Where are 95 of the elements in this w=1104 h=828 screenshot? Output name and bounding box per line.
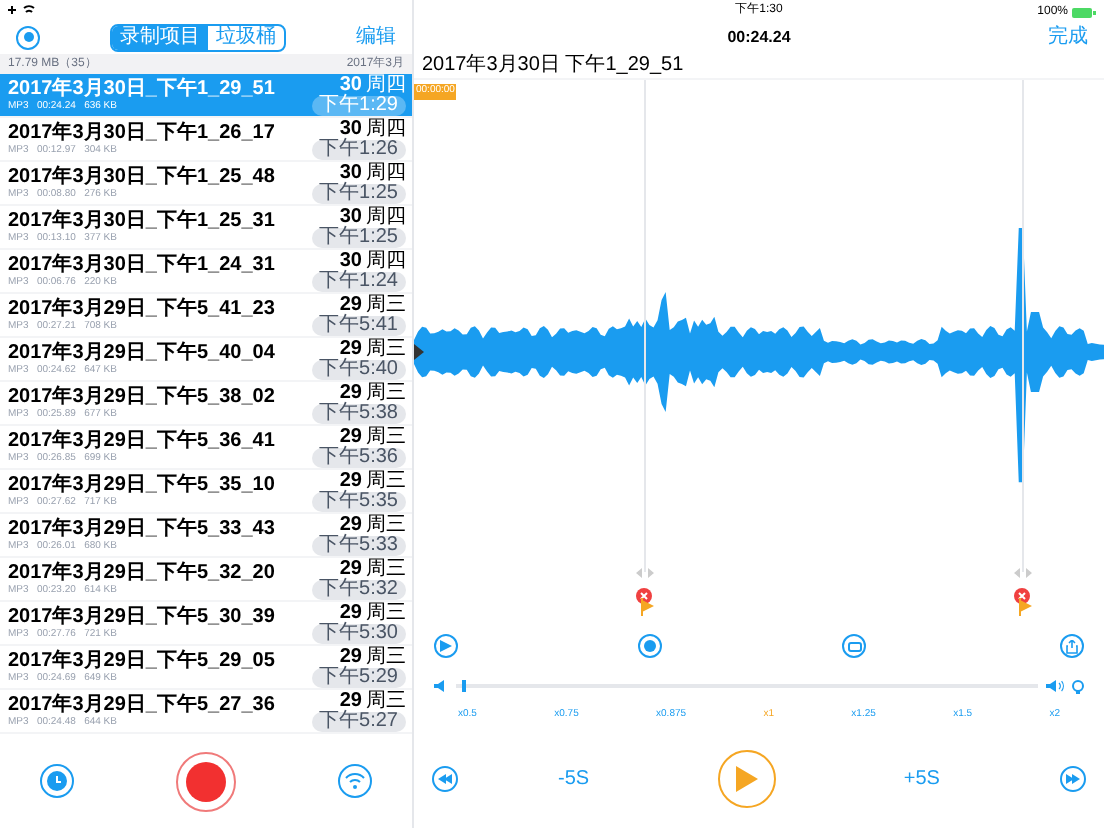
wifi-icon (344, 772, 366, 790)
rewind-icon (438, 774, 452, 784)
wifi-transfer-button[interactable] (338, 764, 372, 798)
time-badge: 下午5:32 (311, 579, 406, 599)
delete-marker-icon[interactable] (636, 588, 652, 604)
recording-title: 2017年3月29日_下午5_30_39 (8, 605, 275, 627)
weekday-label: 周三 (366, 559, 406, 579)
lightbulb-icon (1072, 679, 1084, 693)
recording-title: 2017年3月29日_下午5_27_36 (8, 693, 275, 715)
recording-title: 2017年3月29日_下午5_29_05 (8, 649, 275, 671)
day-number: 30 (339, 119, 362, 139)
time-badge: 下午5:35 (311, 491, 406, 511)
day-number: 30 (339, 75, 362, 95)
play-icon (735, 766, 758, 792)
playhead-icon (414, 344, 424, 360)
fast-forward-icon (1065, 774, 1080, 784)
recording-title: 2017年3月29日_下午5_36_41 (8, 429, 275, 451)
recording-title: 2017年3月30日_下午1_25_31 (8, 209, 275, 231)
delete-marker-icon[interactable] (1014, 588, 1030, 604)
volume-high-icon (1046, 680, 1064, 692)
day-number: 29 (339, 559, 362, 579)
next-button[interactable] (1059, 766, 1086, 792)
recording-title: 2017年3月30日_下午1_26_17 (8, 121, 275, 143)
time-badge: 下午5:41 (311, 315, 406, 335)
weekday-label: 周三 (366, 603, 406, 623)
day-number: 30 (339, 207, 362, 227)
time-badge: 下午5:29 (311, 667, 406, 687)
handle-icon[interactable] (636, 568, 654, 578)
day-number: 29 (339, 515, 362, 535)
weekday-label: 周四 (366, 119, 406, 139)
time-badge: 下午5:33 (311, 535, 406, 555)
share-icon (1066, 639, 1078, 653)
clock-icon (46, 770, 68, 792)
weekday-label: 周三 (366, 295, 406, 315)
recording-title: 2017年3月29日_下午5_41_23 (8, 297, 275, 319)
volume-slider[interactable] (456, 680, 1038, 692)
share-button[interactable] (1060, 634, 1084, 658)
recording-title: 2017年3月29日_下午5_38_02 (8, 385, 275, 407)
recording-title: 2017年3月29日_下午5_35_10 (8, 473, 275, 495)
add-marker-button[interactable] (434, 634, 458, 658)
weekday-label: 周三 (366, 691, 406, 711)
handle-icon[interactable] (1014, 568, 1032, 578)
weekday-label: 周四 (366, 163, 406, 183)
time-badge: 下午5:27 (311, 711, 406, 731)
recording-title: 2017年3月29日_下午5_32_20 (8, 561, 275, 583)
timer-button[interactable] (40, 764, 74, 798)
time-badge: 下午5:38 (311, 403, 406, 423)
repeat-icon (847, 641, 861, 651)
weekday-label: 周三 (366, 515, 406, 535)
time-badge: 下午1:25 (311, 227, 406, 247)
time-badge: 下午1:26 (311, 139, 406, 159)
volume-low-icon (434, 680, 448, 692)
day-number: 29 (339, 647, 362, 667)
time-badge: 下午1:24 (311, 271, 406, 291)
recording-title: 2017年3月29日_下午5_33_43 (8, 517, 275, 539)
settings-button[interactable] (16, 25, 40, 49)
weekday-label: 周四 (366, 251, 406, 271)
flag-icon (640, 598, 656, 616)
time-badge: 下午5:36 (311, 447, 406, 467)
day-number: 29 (339, 603, 362, 623)
flag-icon (440, 640, 452, 652)
recording-title: 2017年3月30日_下午1_25_48 (8, 165, 275, 187)
time-badge: 下午5:40 (311, 359, 406, 379)
recording-title: 2017年3月30日_下午1_29_51 (8, 77, 275, 99)
day-number: 30 (339, 163, 362, 183)
time-badge: 下午1:25 (311, 183, 406, 203)
day-number: 29 (339, 339, 362, 359)
flag-icon (1018, 598, 1034, 616)
day-number: 30 (339, 251, 362, 271)
weekday-label: 周四 (366, 207, 406, 227)
day-number: 29 (339, 383, 362, 403)
time-badge: 下午1:29 (311, 95, 406, 115)
play-button[interactable] (717, 750, 776, 808)
day-number: 29 (339, 427, 362, 447)
wifi-icon (8, 4, 36, 16)
previous-button[interactable] (432, 766, 458, 792)
time-badge: 下午5:30 (311, 623, 406, 643)
loop-button[interactable] (842, 634, 866, 658)
battery-icon (1072, 8, 1096, 18)
weekday-label: 周三 (366, 427, 406, 447)
recording-title: 2017年3月29日_下午5_40_04 (8, 341, 275, 363)
weekday-label: 周三 (366, 471, 406, 491)
weekday-label: 周三 (366, 383, 406, 403)
day-number: 29 (339, 691, 362, 711)
recording-title: 2017年3月30日_下午1_24_31 (8, 253, 275, 275)
day-number: 29 (339, 295, 362, 315)
day-number: 29 (339, 471, 362, 491)
record-point-button[interactable] (638, 634, 662, 658)
record-button[interactable] (176, 751, 236, 811)
weekday-label: 周四 (366, 75, 406, 95)
file-name: 2017年3月30日 下午1_29_51 (422, 56, 684, 76)
slider-thumb[interactable] (461, 680, 466, 692)
weekday-label: 周三 (366, 647, 406, 667)
weekday-label: 周三 (366, 339, 406, 359)
elapsed-time: 00:24.24 (727, 25, 791, 49)
